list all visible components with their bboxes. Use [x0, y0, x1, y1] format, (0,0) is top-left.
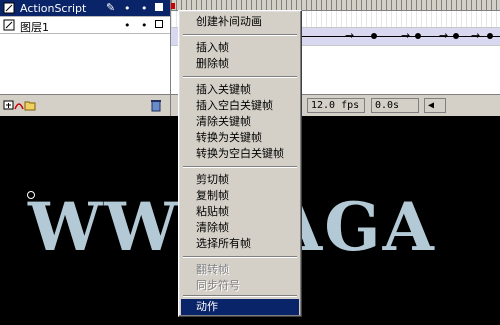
outline-box-icon[interactable] [155, 3, 163, 11]
tween-arrow-icon: → [401, 29, 411, 42]
scroll-left-button[interactable]: ◀ [424, 98, 446, 113]
menu-separator [183, 34, 297, 36]
tween-arrow-icon: → [439, 29, 449, 42]
menu-item-convert-to-blank-keyframe[interactable]: 转换为空白关键帧 [181, 146, 299, 162]
keyframe-marker[interactable] [453, 33, 459, 39]
layer-toolbar [0, 94, 170, 116]
keyframe-marker[interactable] [415, 33, 421, 39]
layer-row-actionscript[interactable]: ActionScript ✎ • • [0, 0, 170, 17]
menu-item-paste-frames[interactable]: 粘贴帧 [181, 204, 299, 220]
menu-item-clear-keyframe[interactable]: 清除关键帧 [181, 114, 299, 130]
visibility-dot-icon[interactable]: • [124, 19, 131, 32]
frame-context-menu: 创建补间动画 插入帧 删除帧 插入关键帧 插入空白关键帧 清除关键帧 转换为关键… [178, 10, 302, 317]
insert-folder-icon[interactable] [24, 98, 36, 112]
menu-item-insert-blank-keyframe[interactable]: 插入空白关键帧 [181, 98, 299, 114]
tween-arrow-icon: → [471, 29, 481, 42]
layer-name: ActionScript [20, 2, 87, 15]
add-guide-layer-icon[interactable] [14, 98, 24, 112]
menu-item-convert-to-keyframe[interactable]: 转换为关键帧 [181, 130, 299, 146]
menu-separator [183, 166, 297, 168]
lock-dot-icon[interactable]: • [141, 2, 148, 15]
menu-item-clear-frames[interactable]: 清除帧 [181, 220, 299, 236]
tween-line [299, 36, 500, 37]
menu-item-reverse-frames: 翻转帧 [196, 263, 229, 276]
trash-icon[interactable] [150, 98, 162, 112]
menu-item-actions[interactable]: 动作 [181, 299, 299, 315]
visibility-dot-icon[interactable]: • [124, 2, 131, 15]
menu-separator [183, 295, 297, 297]
layer-name: 图层1 [20, 21, 49, 34]
menu-item-delete-frame[interactable]: 删除帧 [181, 56, 299, 72]
pencil-icon: ✎ [106, 1, 116, 14]
keyframe-marker[interactable] [371, 33, 377, 39]
frame-rate-field[interactable]: 12.0 fps [307, 98, 365, 113]
menu-separator [183, 256, 297, 258]
layer-row-layer1[interactable]: 图层1 • • [0, 17, 170, 34]
menu-item-insert-frame[interactable]: 插入帧 [181, 40, 299, 56]
layer-list: ActionScript ✎ • • 图层1 • • [0, 0, 171, 116]
menu-separator [183, 76, 297, 78]
lock-dot-icon[interactable]: • [141, 19, 148, 32]
menu-item-cut-frames[interactable]: 剪切帧 [181, 172, 299, 188]
menu-item-select-all-frames[interactable]: 选择所有帧 [181, 236, 299, 252]
menu-item-create-tween[interactable]: 创建补间动画 [181, 14, 299, 30]
tween-arrow-icon: → [345, 29, 355, 42]
layer-icon [3, 2, 15, 14]
elapsed-time-field: 0.0s [371, 98, 419, 113]
menu-item-insert-keyframe[interactable]: 插入关键帧 [181, 82, 299, 98]
keyframe-marker[interactable] [487, 33, 493, 39]
menu-item-copy-frames[interactable]: 复制帧 [181, 188, 299, 204]
menu-item-synchronize-symbols: 同步符号 [196, 279, 240, 292]
layer-list-empty [0, 34, 170, 94]
outline-box-icon[interactable] [155, 20, 163, 28]
playhead-marker[interactable] [171, 3, 175, 9]
layer-icon [3, 19, 15, 31]
